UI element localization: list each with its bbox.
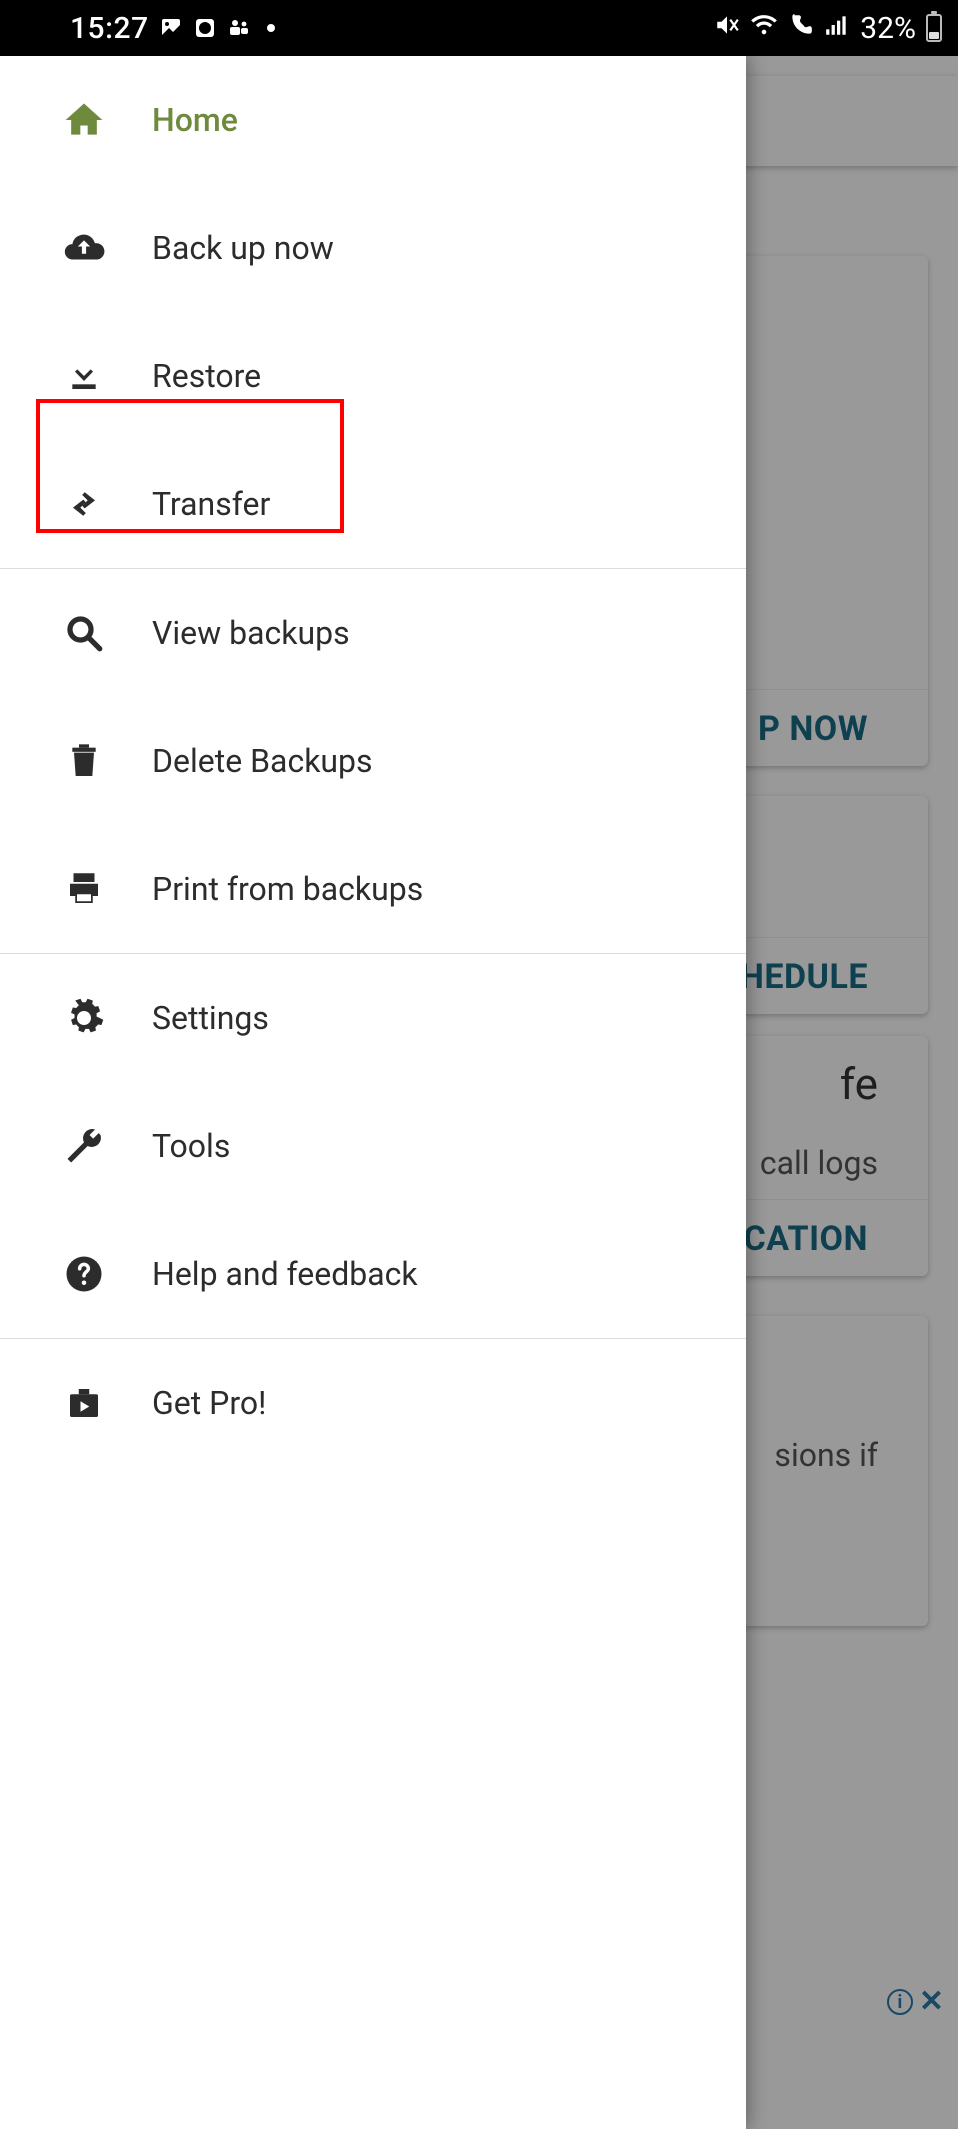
battery-percent: 32% bbox=[860, 11, 916, 46]
nav-item-restore[interactable]: Restore bbox=[0, 312, 746, 440]
battery-icon bbox=[926, 14, 942, 42]
nav-label: Restore bbox=[152, 357, 722, 395]
nav-label: Tools bbox=[152, 1127, 722, 1165]
nav-label: Print from backups bbox=[152, 870, 722, 908]
nav-item-help[interactable]: Help and feedback bbox=[0, 1210, 746, 1338]
transfer-icon bbox=[60, 480, 108, 528]
status-bar: 15:27 32% bbox=[0, 0, 958, 56]
download-icon bbox=[60, 352, 108, 400]
nav-label: Back up now bbox=[152, 229, 722, 267]
navigation-drawer: Home Back up now Restore Transfer View b… bbox=[0, 56, 746, 2129]
search-icon bbox=[60, 609, 108, 657]
app-icon bbox=[193, 16, 217, 40]
nav-item-view-backups[interactable]: View backups bbox=[0, 569, 746, 697]
nav-label: Delete Backups bbox=[152, 742, 722, 780]
status-left: 15:27 bbox=[16, 11, 275, 46]
nav-item-home[interactable]: Home bbox=[0, 56, 746, 184]
print-icon bbox=[60, 865, 108, 913]
help-icon bbox=[60, 1250, 108, 1298]
nav-label: View backups bbox=[152, 614, 722, 652]
nav-item-settings[interactable]: Settings bbox=[0, 954, 746, 1082]
nav-item-backup[interactable]: Back up now bbox=[0, 184, 746, 312]
gear-icon bbox=[60, 994, 108, 1042]
cloud-upload-icon bbox=[60, 224, 108, 272]
trash-icon bbox=[60, 737, 108, 785]
status-time: 15:27 bbox=[70, 11, 149, 46]
nav-item-transfer[interactable]: Transfer bbox=[0, 440, 746, 568]
signal-icon bbox=[824, 12, 850, 45]
home-icon bbox=[60, 96, 108, 144]
nav-label: Transfer bbox=[152, 485, 722, 523]
dot-icon bbox=[267, 24, 275, 32]
nav-label: Help and feedback bbox=[152, 1255, 722, 1293]
bag-icon bbox=[60, 1379, 108, 1427]
nav-item-get-pro[interactable]: Get Pro! bbox=[0, 1339, 746, 1467]
wrench-icon bbox=[60, 1122, 108, 1170]
teams-icon bbox=[227, 16, 251, 40]
nav-item-print[interactable]: Print from backups bbox=[0, 825, 746, 953]
status-right: 32% bbox=[714, 11, 942, 46]
nav-item-tools[interactable]: Tools bbox=[0, 1082, 746, 1210]
nav-label: Home bbox=[152, 101, 722, 139]
image-icon bbox=[159, 16, 183, 40]
mute-icon bbox=[714, 12, 740, 45]
wifi-icon bbox=[750, 11, 778, 46]
nav-label: Settings bbox=[152, 999, 722, 1037]
nav-label: Get Pro! bbox=[152, 1384, 722, 1422]
call-icon bbox=[788, 12, 814, 45]
nav-item-delete-backups[interactable]: Delete Backups bbox=[0, 697, 746, 825]
